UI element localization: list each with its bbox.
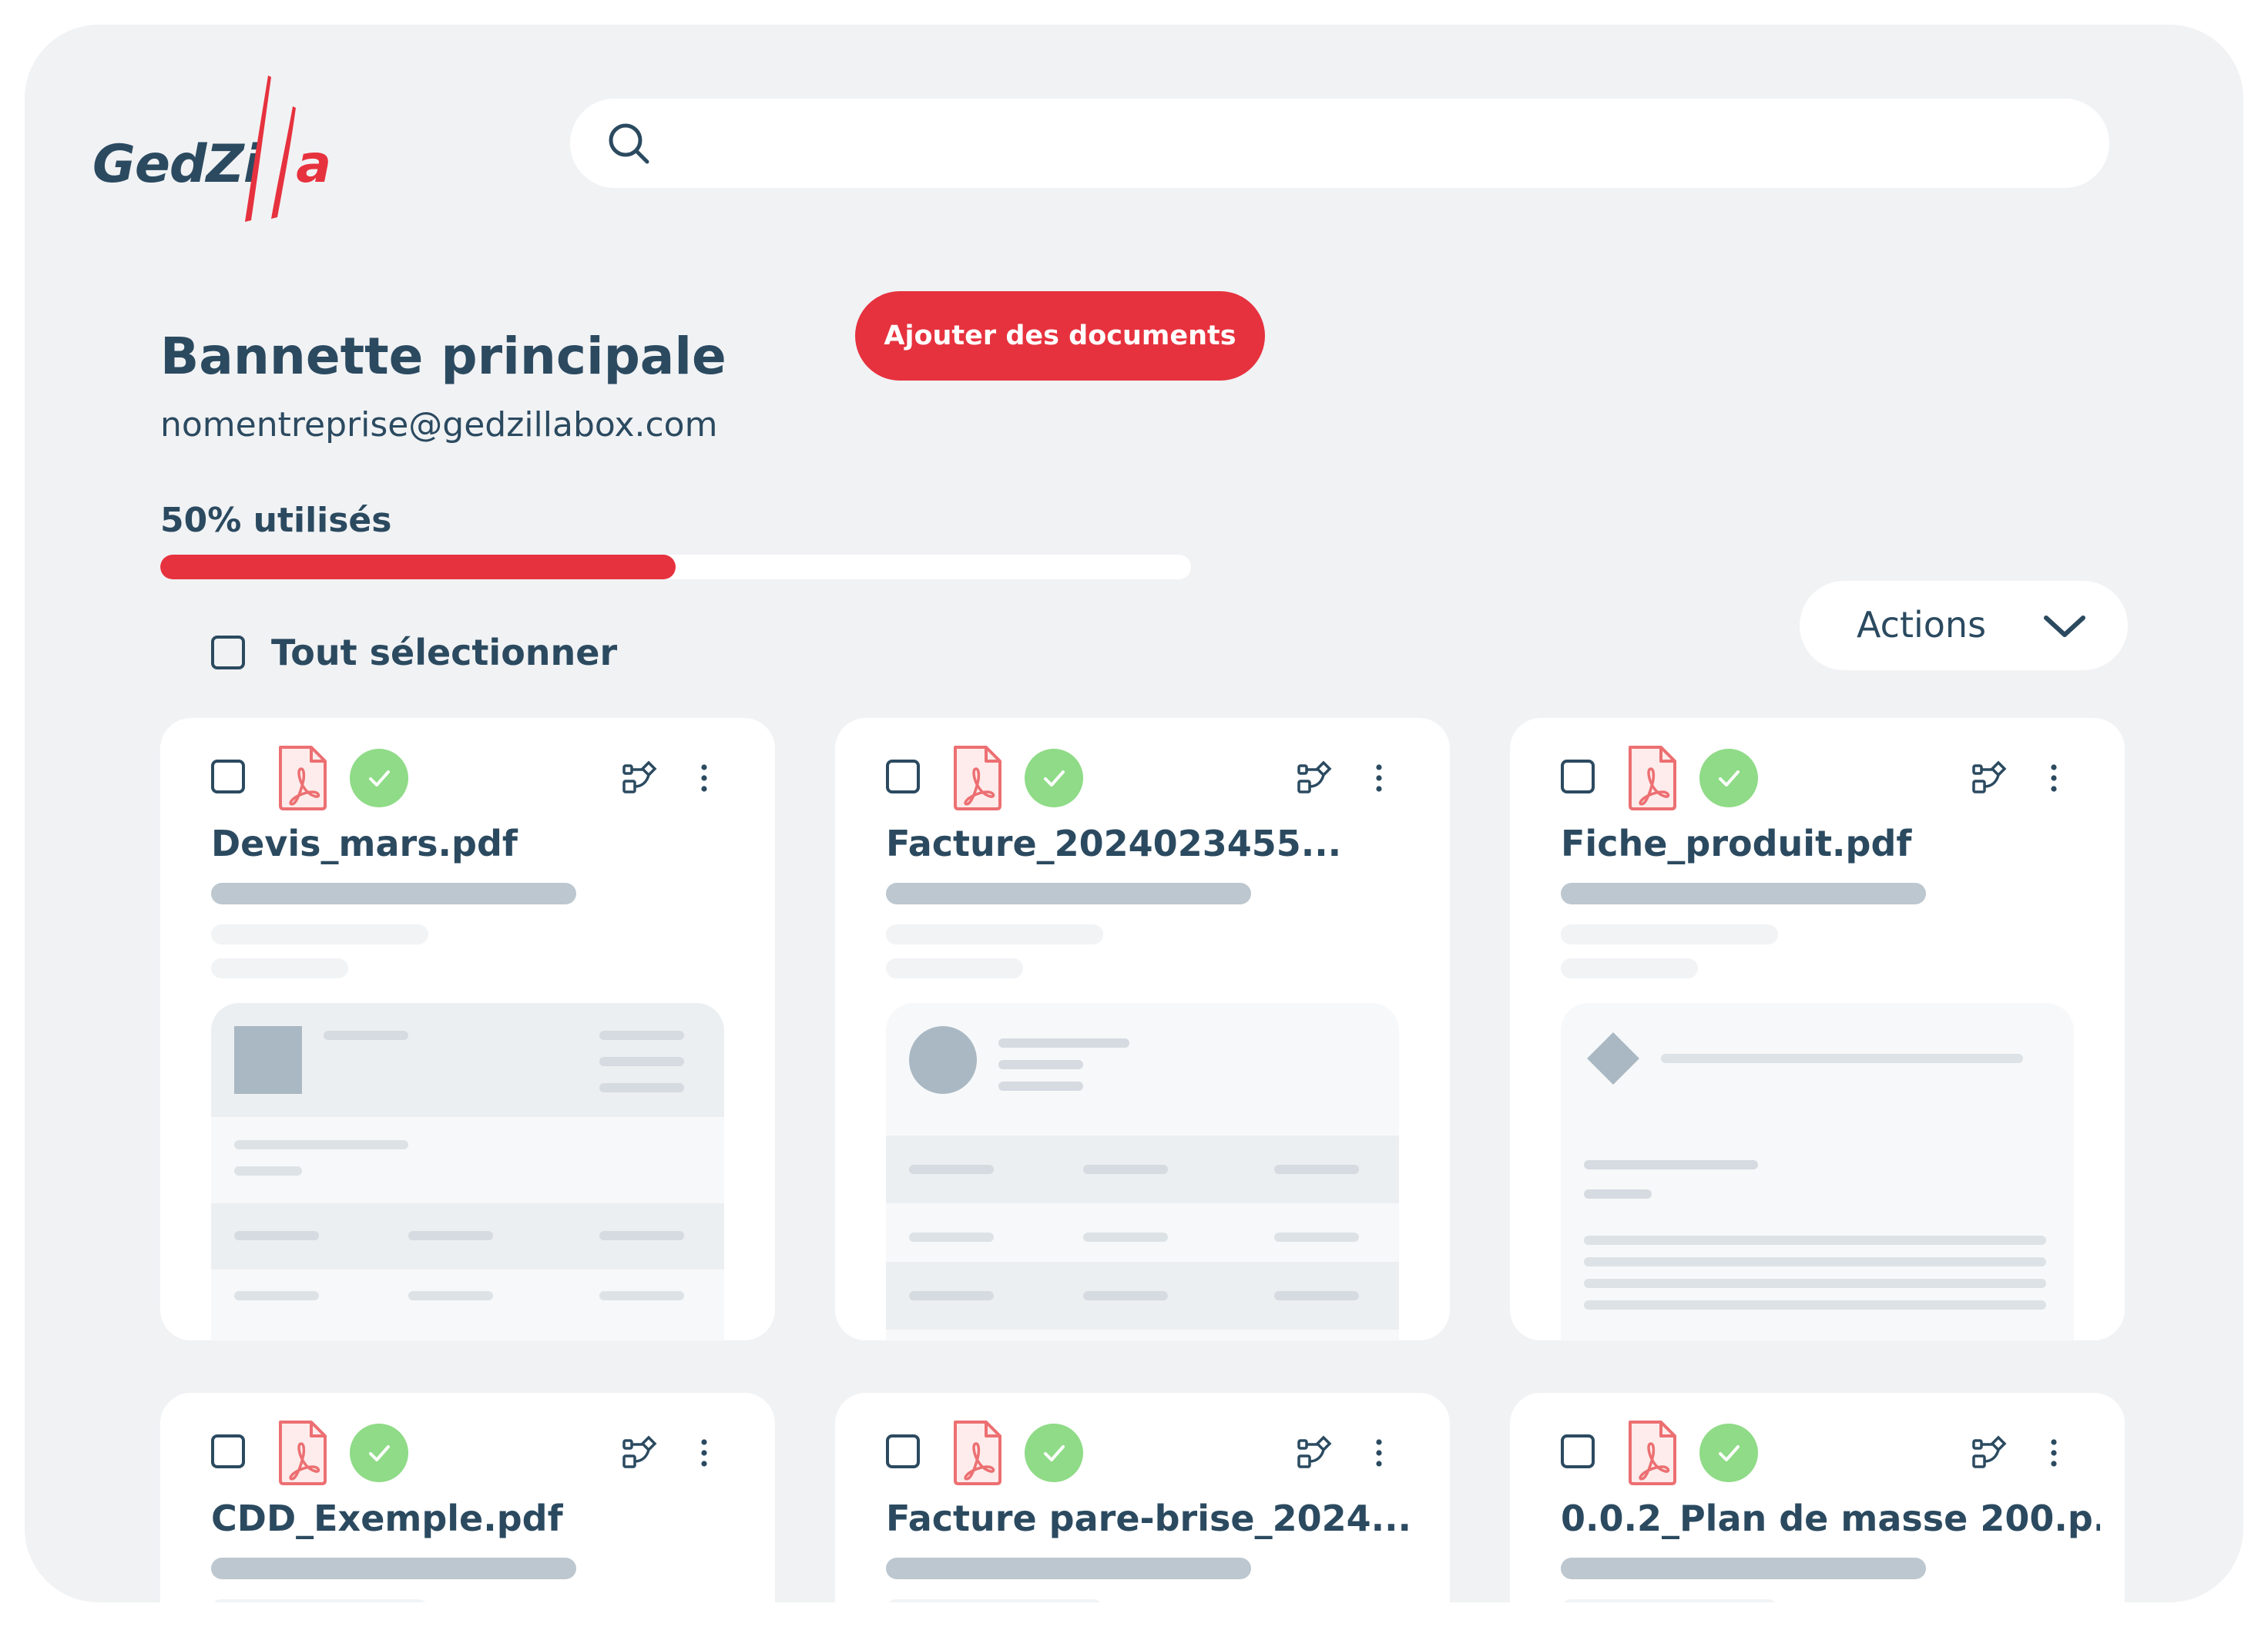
share-icon[interactable] <box>619 758 659 798</box>
page-title: Bannette principale <box>160 327 726 386</box>
preview-diamond-block <box>1587 1032 1639 1085</box>
document-name[interactable]: Fiche_produit.pdf <box>1561 823 2100 864</box>
placeholder-line <box>211 1599 428 1602</box>
placeholder-line <box>211 924 428 944</box>
placeholder-line <box>886 958 1023 978</box>
share-icon[interactable] <box>619 1433 659 1473</box>
select-all-checkbox[interactable] <box>211 636 245 669</box>
placeholder-line <box>211 958 348 978</box>
more-options-icon[interactable] <box>1371 758 1387 798</box>
more-options-icon[interactable] <box>2046 758 2062 798</box>
placeholder-line <box>211 883 576 904</box>
document-card[interactable]: 0.0.2_Plan de masse 200.p.. <box>1510 1393 2125 1602</box>
document-card[interactable]: CDD_Exemple.pdf <box>160 1393 775 1602</box>
document-checkbox[interactable] <box>211 1434 245 1468</box>
share-icon[interactable] <box>1294 758 1334 798</box>
more-options-icon[interactable] <box>696 1433 712 1473</box>
more-options-icon[interactable] <box>1371 1433 1387 1473</box>
placeholder-line <box>886 924 1103 944</box>
document-checkbox[interactable] <box>886 1434 920 1468</box>
validated-check-icon <box>1699 1424 1758 1482</box>
document-preview <box>886 1003 1399 1340</box>
document-card[interactable]: Devis_mars.pdf <box>160 718 775 1340</box>
document-preview <box>1561 1003 2074 1340</box>
document-checkbox[interactable] <box>211 760 245 793</box>
more-options-icon[interactable] <box>696 758 712 798</box>
placeholder-line <box>886 883 1251 904</box>
actions-label: Actions <box>1857 604 1987 646</box>
more-options-icon[interactable] <box>2046 1433 2062 1473</box>
placeholder-line <box>886 1599 1103 1602</box>
validated-check-icon <box>350 749 408 807</box>
document-checkbox[interactable] <box>1561 760 1595 793</box>
placeholder-line <box>886 1558 1251 1579</box>
placeholder-line <box>1561 958 1698 978</box>
pdf-icon <box>279 746 327 810</box>
document-checkbox[interactable] <box>1561 1434 1595 1468</box>
validated-check-icon <box>350 1424 408 1482</box>
document-name[interactable]: CDD_Exemple.pdf <box>211 1498 750 1539</box>
share-icon[interactable] <box>1969 758 2009 798</box>
add-documents-button[interactable]: Ajouter des documents <box>855 291 1265 381</box>
storage-usage-label: 50% utilisés <box>160 501 392 540</box>
placeholder-line <box>1561 1599 1778 1602</box>
gedzilla-logo[interactable]: GedZi a <box>92 68 370 237</box>
preview-image-block <box>234 1026 302 1094</box>
document-card[interactable]: Fiche_produit.pdf <box>1510 718 2125 1340</box>
share-icon[interactable] <box>1294 1433 1334 1473</box>
search-icon[interactable] <box>606 120 652 166</box>
document-preview <box>211 1003 724 1340</box>
document-card[interactable]: Facture pare-brise_2024... <box>835 1393 1450 1602</box>
pdf-icon <box>1629 1421 1676 1485</box>
placeholder-line <box>211 1558 576 1579</box>
storage-progress-bar <box>160 555 1191 579</box>
search-input[interactable] <box>678 112 2065 174</box>
placeholder-line <box>1561 1558 1926 1579</box>
validated-check-icon <box>1699 749 1758 807</box>
preview-avatar-block <box>909 1026 977 1094</box>
pdf-icon <box>954 746 1001 810</box>
placeholder-line <box>1561 924 1778 944</box>
validated-check-icon <box>1025 749 1083 807</box>
pdf-icon <box>279 1421 327 1485</box>
pdf-icon <box>1629 746 1676 810</box>
document-checkbox[interactable] <box>886 760 920 793</box>
actions-dropdown[interactable]: Actions <box>1800 581 2128 670</box>
app-window: GedZi a Bannette principale nomentreprise… <box>25 25 2243 1602</box>
select-all-toggle[interactable]: Tout sélectionner <box>211 629 617 676</box>
search-bar[interactable] <box>570 99 2109 188</box>
validated-check-icon <box>1025 1424 1083 1482</box>
document-name[interactable]: Devis_mars.pdf <box>211 823 750 864</box>
document-name[interactable]: Facture_2024023455... <box>886 823 1425 864</box>
chevron-down-icon <box>2044 616 2085 637</box>
select-all-label: Tout sélectionner <box>271 632 618 673</box>
document-card[interactable]: Facture_2024023455... <box>835 718 1450 1340</box>
placeholder-line <box>1561 883 1926 904</box>
share-icon[interactable] <box>1969 1433 2009 1473</box>
pdf-icon <box>954 1421 1001 1485</box>
claw-marks-icon <box>245 75 296 222</box>
storage-progress-fill <box>160 555 676 579</box>
account-email: nomentreprise@gedzillabox.com <box>160 405 718 444</box>
document-name[interactable]: Facture pare-brise_2024... <box>886 1498 1425 1539</box>
document-name[interactable]: 0.0.2_Plan de masse 200.p.. <box>1561 1498 2100 1539</box>
